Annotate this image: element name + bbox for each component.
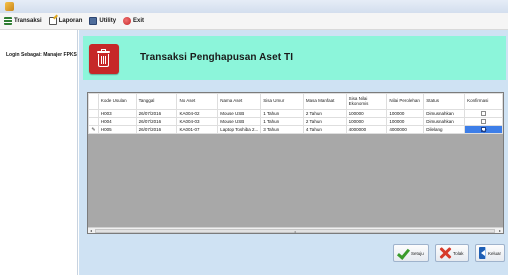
row-header[interactable]: ✎ [88,125,99,134]
menu-transaksi[interactable]: Transaksi [4,17,42,25]
cell-konfirmasi[interactable] [464,117,503,126]
menu-bar: Transaksi Laporan Utility Exit [0,13,508,30]
cell-konfirmasi[interactable] [464,125,503,134]
cell-no-aset[interactable]: KA004-03 [176,117,219,126]
utility-icon [89,17,98,25]
keluar-button[interactable]: Keluar [475,244,505,262]
tolak-label: Tolak [453,250,464,256]
column-header[interactable]: Sisa Nilai Ekonomis [345,93,388,110]
cell-nilai-perolehan[interactable]: 100000 [386,109,425,118]
cell-masa-manfaat[interactable]: 4 Tahun [302,125,347,134]
sidebar: Login Sebagai: Manajer FPKS [0,30,78,275]
column-header[interactable]: Status [423,93,466,110]
menu-exit-label: Exit [133,18,145,24]
table-row[interactable]: ✎ H005 26/07/2016 KA001-07 Laptop Toshib… [88,125,503,134]
konfirmasi-checkbox[interactable] [481,127,487,133]
row-header[interactable] [88,117,99,126]
exit-icon [123,17,132,25]
row-header[interactable] [88,109,99,118]
table-row[interactable]: H004 26/07/2016 KA004-03 Mouse USB 1 Tah… [88,117,503,126]
column-header[interactable]: Masa Manfaat [302,93,347,110]
column-header[interactable]: Konfirmasi [464,93,503,110]
cell-nilai-perolehan[interactable]: 4000000 [386,125,425,134]
cell-nama-aset[interactable]: Mouse USB [217,117,262,126]
edit-pencil-icon: ✎ [91,126,96,133]
login-status: Login Sebagai: Manajer FPKS [6,52,77,58]
cell-nilai-perolehan[interactable]: 100000 [386,117,425,126]
cell-sisa-umur[interactable]: 1 Tahun [260,117,304,126]
edit-icon [48,17,57,25]
tolak-button[interactable]: Tolak [435,244,469,262]
header-banner: Transaksi Penghapusan Aset TI [83,36,506,80]
column-header[interactable]: Tanggal [135,93,178,110]
keluar-label: Keluar [487,250,501,256]
cell-tanggal[interactable]: 26/07/2016 [135,125,178,134]
scroll-thumb[interactable]: ||| [95,228,495,234]
menu-utility-label: Utility [99,18,117,24]
menu-exit[interactable]: Exit [123,17,144,25]
check-icon [397,247,409,259]
scroll-right-arrow-icon[interactable]: ▸ [497,228,503,233]
grid-table: Kode Usulan Tanggal No Aset Nama Aset Si… [88,93,503,134]
column-header[interactable]: Nama Aset [217,93,262,110]
asset-disposal-grid[interactable]: Kode Usulan Tanggal No Aset Nama Aset Si… [87,92,504,234]
grid-header-row: Kode Usulan Tanggal No Aset Nama Aset Si… [88,93,503,110]
cell-sisa-umur[interactable]: 3 Tahun [260,125,304,134]
page-title: Transaksi Penghapusan Aset TI [140,52,294,63]
cell-status[interactable]: Dimusnahkan [423,109,466,118]
cell-konfirmasi[interactable] [464,109,503,118]
column-header[interactable]: Nilai Perolehan [386,93,425,110]
window-titlebar [0,0,508,13]
cell-no-aset[interactable]: KA004-02 [176,109,219,118]
cell-sisa-nilai[interactable]: 100000 [345,109,388,118]
scroll-grip-icon: ||| [294,229,297,234]
cell-masa-manfaat[interactable]: 2 Tahun [302,109,347,118]
cell-sisa-nilai[interactable]: 4000000 [345,125,388,134]
scroll-left-arrow-icon[interactable]: ◂ [88,228,94,233]
konfirmasi-checkbox[interactable] [481,119,487,125]
row-header-corner [88,93,99,110]
cell-masa-manfaat[interactable]: 2 Tahun [302,117,347,126]
cell-nama-aset[interactable]: Mouse USB [217,109,262,118]
cell-tanggal[interactable]: 26/07/2016 [135,109,178,118]
column-header[interactable]: Sisa Umur [260,93,304,110]
cell-kode-usulan[interactable]: H005 [97,125,137,134]
cell-sisa-umur[interactable]: 1 Tahun [260,109,304,118]
setuju-label: Setuju [411,250,424,256]
menu-transaksi-label: Transaksi [14,18,42,24]
menu-laporan-label: Laporan [58,18,83,24]
close-icon [439,247,451,259]
cell-kode-usulan[interactable]: H004 [97,117,137,126]
exit-door-icon [479,247,486,259]
column-header[interactable]: Kode Usulan [97,93,137,110]
setuju-button[interactable]: Setuju [393,244,429,262]
cell-no-aset[interactable]: KA001-07 [176,125,219,134]
menu-laporan[interactable]: Laporan [48,17,83,25]
cell-status[interactable]: Dimusnahkan [423,117,466,126]
cell-tanggal[interactable]: 26/07/2016 [135,117,178,126]
list-icon [4,17,12,25]
cell-sisa-nilai[interactable]: 100000 [345,117,388,126]
konfirmasi-checkbox[interactable] [481,111,487,117]
main-content: Transaksi Penghapusan Aset TI Kode Usula… [79,30,508,275]
menu-utility[interactable]: Utility [89,17,116,25]
cell-kode-usulan[interactable]: H003 [97,109,137,118]
table-row[interactable]: H003 26/07/2016 KA004-02 Mouse USB 1 Tah… [88,109,503,118]
cell-status[interactable]: Dilelang [423,125,466,134]
horizontal-scrollbar[interactable]: ◂ ||| ▸ [88,227,503,233]
column-header[interactable]: No Aset [176,93,219,110]
app-icon [5,2,14,11]
cell-nama-aset[interactable]: Laptop Toshiba 2... [217,125,262,134]
trash-bin-icon [89,44,119,74]
